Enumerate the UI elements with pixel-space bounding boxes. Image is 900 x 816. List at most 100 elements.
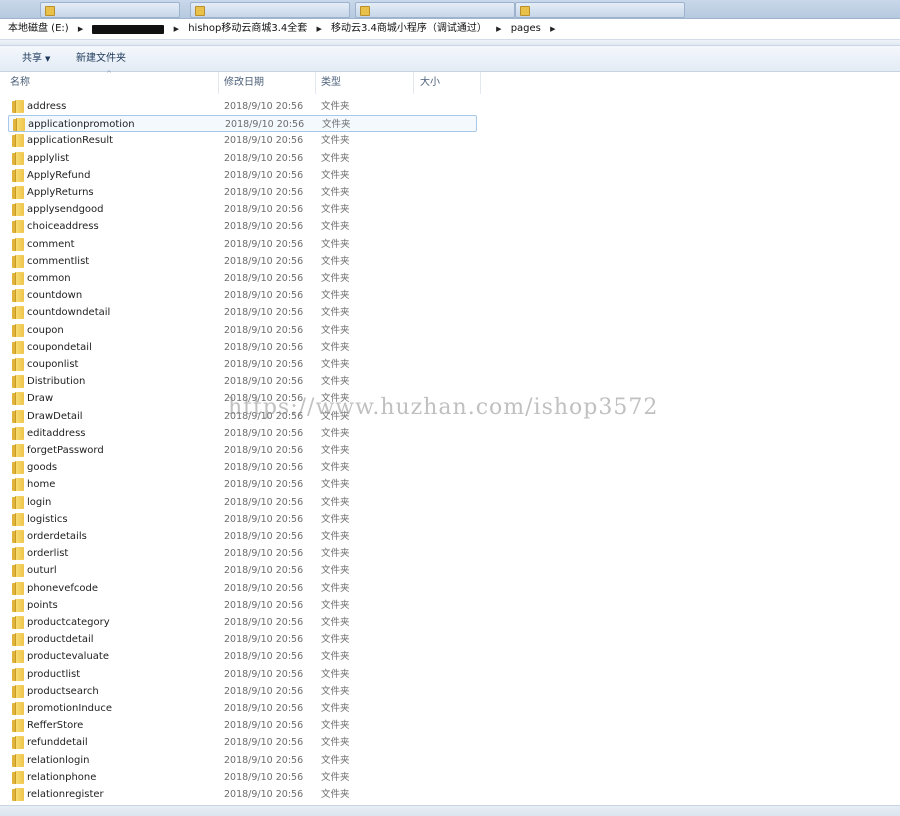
folder-icon <box>12 547 24 561</box>
breadcrumb-item-pages[interactable]: pages <box>511 22 541 36</box>
file-row[interactable]: applylist 2018/9/10 20:56 文件夹 <box>8 150 477 167</box>
file-modified-date: 2018/9/10 20:56 <box>224 582 304 594</box>
file-row[interactable]: orderdetails 2018/9/10 20:56 文件夹 <box>8 528 477 545</box>
file-row[interactable]: relationlogin 2018/9/10 20:56 文件夹 <box>8 752 477 769</box>
column-header-size[interactable]: 大小 <box>414 72 481 94</box>
file-row[interactable]: orderlist 2018/9/10 20:56 文件夹 <box>8 545 477 562</box>
file-row[interactable]: coupondetail 2018/9/10 20:56 文件夹 <box>8 339 477 356</box>
file-row[interactable]: applysendgood 2018/9/10 20:56 文件夹 <box>8 201 477 218</box>
taskbar-button[interactable] <box>190 2 350 18</box>
taskbar-button[interactable] <box>355 2 515 18</box>
horizontal-scrollbar[interactable] <box>0 805 900 816</box>
file-row[interactable]: applicationpromotion 2018/9/10 20:56 文件夹 <box>8 115 477 133</box>
file-row[interactable]: couponlist 2018/9/10 20:56 文件夹 <box>8 356 477 373</box>
file-row[interactable]: productevaluate 2018/9/10 20:56 文件夹 <box>8 648 477 665</box>
chevron-right-icon[interactable]: ▶ <box>550 22 555 36</box>
file-row[interactable]: RefferStore 2018/9/10 20:56 文件夹 <box>8 717 477 734</box>
file-row[interactable]: productcategory 2018/9/10 20:56 文件夹 <box>8 614 477 631</box>
file-name: productsearch <box>27 685 99 697</box>
file-row[interactable]: editaddress 2018/9/10 20:56 文件夹 <box>8 425 477 442</box>
file-row[interactable]: relationphone 2018/9/10 20:56 文件夹 <box>8 769 477 786</box>
file-row[interactable]: common 2018/9/10 20:56 文件夹 <box>8 270 477 287</box>
file-type: 文件夹 <box>321 169 350 181</box>
file-type: 文件夹 <box>321 462 350 474</box>
file-row[interactable]: ApplyRefund 2018/9/10 20:56 文件夹 <box>8 167 477 184</box>
share-button[interactable]: 共享 ▼ <box>22 52 50 66</box>
file-row[interactable]: logistics 2018/9/10 20:56 文件夹 <box>8 511 477 528</box>
file-row[interactable]: coupon 2018/9/10 20:56 文件夹 <box>8 322 477 339</box>
file-type: 文件夹 <box>321 668 350 680</box>
folder-icon <box>12 237 24 251</box>
column-header-name[interactable]: ^ 名称 <box>0 70 219 94</box>
chevron-right-icon[interactable]: ▶ <box>174 22 179 36</box>
file-name: promotionInduce <box>27 703 112 714</box>
file-row[interactable]: productsearch 2018/9/10 20:56 文件夹 <box>8 683 477 700</box>
file-row[interactable]: Draw 2018/9/10 20:56 文件夹 <box>8 390 477 407</box>
file-row[interactable]: countdowndetail 2018/9/10 20:56 文件夹 <box>8 304 477 321</box>
file-row[interactable]: points 2018/9/10 20:56 文件夹 <box>8 597 477 614</box>
file-row[interactable]: ApplyReturns 2018/9/10 20:56 文件夹 <box>8 184 477 201</box>
folder-icon <box>12 478 24 492</box>
file-row[interactable]: goods 2018/9/10 20:56 文件夹 <box>8 459 477 476</box>
file-name: productevaluate <box>27 651 109 663</box>
folder-icon <box>12 684 24 698</box>
column-header-date[interactable]: 修改日期 <box>219 72 316 94</box>
file-modified-date: 2018/9/10 20:56 <box>224 651 304 663</box>
file-row[interactable]: home 2018/9/10 20:56 文件夹 <box>8 476 477 493</box>
folder-icon <box>12 530 24 543</box>
file-name: refunddetail <box>27 737 88 749</box>
file-row[interactable]: countdown 2018/9/10 20:56 文件夹 <box>8 287 477 304</box>
column-headers: ^ 名称 修改日期 类型 大小 <box>0 70 900 94</box>
chevron-right-icon[interactable]: ▶ <box>316 22 321 36</box>
file-row[interactable]: commentlist 2018/9/10 20:56 文件夹 <box>8 253 477 270</box>
file-modified-date: 2018/9/10 20:56 <box>224 531 304 542</box>
file-name: forgetPassword <box>27 445 104 456</box>
file-row[interactable]: DrawDetail 2018/9/10 20:56 文件夹 <box>8 408 477 425</box>
file-modified-date: 2018/9/10 20:56 <box>224 513 304 525</box>
file-name: home <box>27 479 56 491</box>
file-type: 文件夹 <box>321 617 350 628</box>
address-bar[interactable]: 本地磁盘 (E:) ▶ ▶ hishop移动云商城3.4全套 ▶ 移动云3.4商… <box>0 19 900 40</box>
file-type: 文件夹 <box>321 771 350 783</box>
file-name: ApplyRefund <box>27 169 91 181</box>
file-row[interactable]: comment 2018/9/10 20:56 文件夹 <box>8 236 477 253</box>
taskbar-button[interactable] <box>40 2 180 18</box>
file-row[interactable]: Distribution 2018/9/10 20:56 文件夹 <box>8 373 477 390</box>
app-icon <box>45 6 55 16</box>
folder-icon <box>12 770 24 784</box>
file-row[interactable]: outurl 2018/9/10 20:56 文件夹 <box>8 562 477 579</box>
file-row[interactable]: choiceaddress 2018/9/10 20:56 文件夹 <box>8 218 477 235</box>
file-row[interactable]: address 2018/9/10 20:56 文件夹 <box>8 98 477 115</box>
folder-icon <box>12 323 24 337</box>
column-header-type[interactable]: 类型 <box>316 72 414 94</box>
breadcrumb-item-drive[interactable]: 本地磁盘 (E:) <box>8 22 69 36</box>
file-row[interactable]: productlist 2018/9/10 20:56 文件夹 <box>8 666 477 683</box>
file-row[interactable]: productdetail 2018/9/10 20:56 文件夹 <box>8 631 477 648</box>
file-modified-date: 2018/9/10 20:56 <box>224 427 304 439</box>
file-row[interactable]: forgetPassword 2018/9/10 20:56 文件夹 <box>8 442 477 459</box>
chevron-right-icon[interactable]: ▶ <box>78 22 83 36</box>
chevron-right-icon[interactable]: ▶ <box>496 22 501 36</box>
file-type: 文件夹 <box>321 101 350 112</box>
file-row[interactable]: relationregister 2018/9/10 20:56 文件夹 <box>8 786 477 803</box>
file-row[interactable]: refunddetail 2018/9/10 20:56 文件夹 <box>8 734 477 751</box>
breadcrumb-item-miniprogram[interactable]: 移动云3.4商城小程序（调试通过） <box>331 22 487 36</box>
taskbar-button[interactable] <box>515 2 685 18</box>
breadcrumb-item-project[interactable]: hishop移动云商城3.4全套 <box>188 22 307 36</box>
file-name: applicationResult <box>27 135 114 147</box>
file-name: comment <box>27 238 75 250</box>
file-name: productcategory <box>27 617 110 628</box>
taskbar-strip <box>0 0 900 19</box>
new-folder-button[interactable]: 新建文件夹 <box>76 52 126 65</box>
file-name: address <box>27 101 67 112</box>
file-modified-date: 2018/9/10 20:56 <box>224 685 304 697</box>
file-row[interactable]: phonevefcode 2018/9/10 20:56 文件夹 <box>8 580 477 597</box>
file-type: 文件夹 <box>321 737 350 749</box>
file-row[interactable]: applicationResult 2018/9/10 20:56 文件夹 <box>8 132 477 149</box>
folder-icon <box>12 392 24 406</box>
file-row[interactable]: promotionInduce 2018/9/10 20:56 文件夹 <box>8 700 477 717</box>
file-type: 文件夹 <box>321 341 350 353</box>
file-modified-date: 2018/9/10 20:56 <box>224 754 304 766</box>
file-modified-date: 2018/9/10 20:56 <box>224 565 304 577</box>
file-row[interactable]: login 2018/9/10 20:56 文件夹 <box>8 494 477 511</box>
